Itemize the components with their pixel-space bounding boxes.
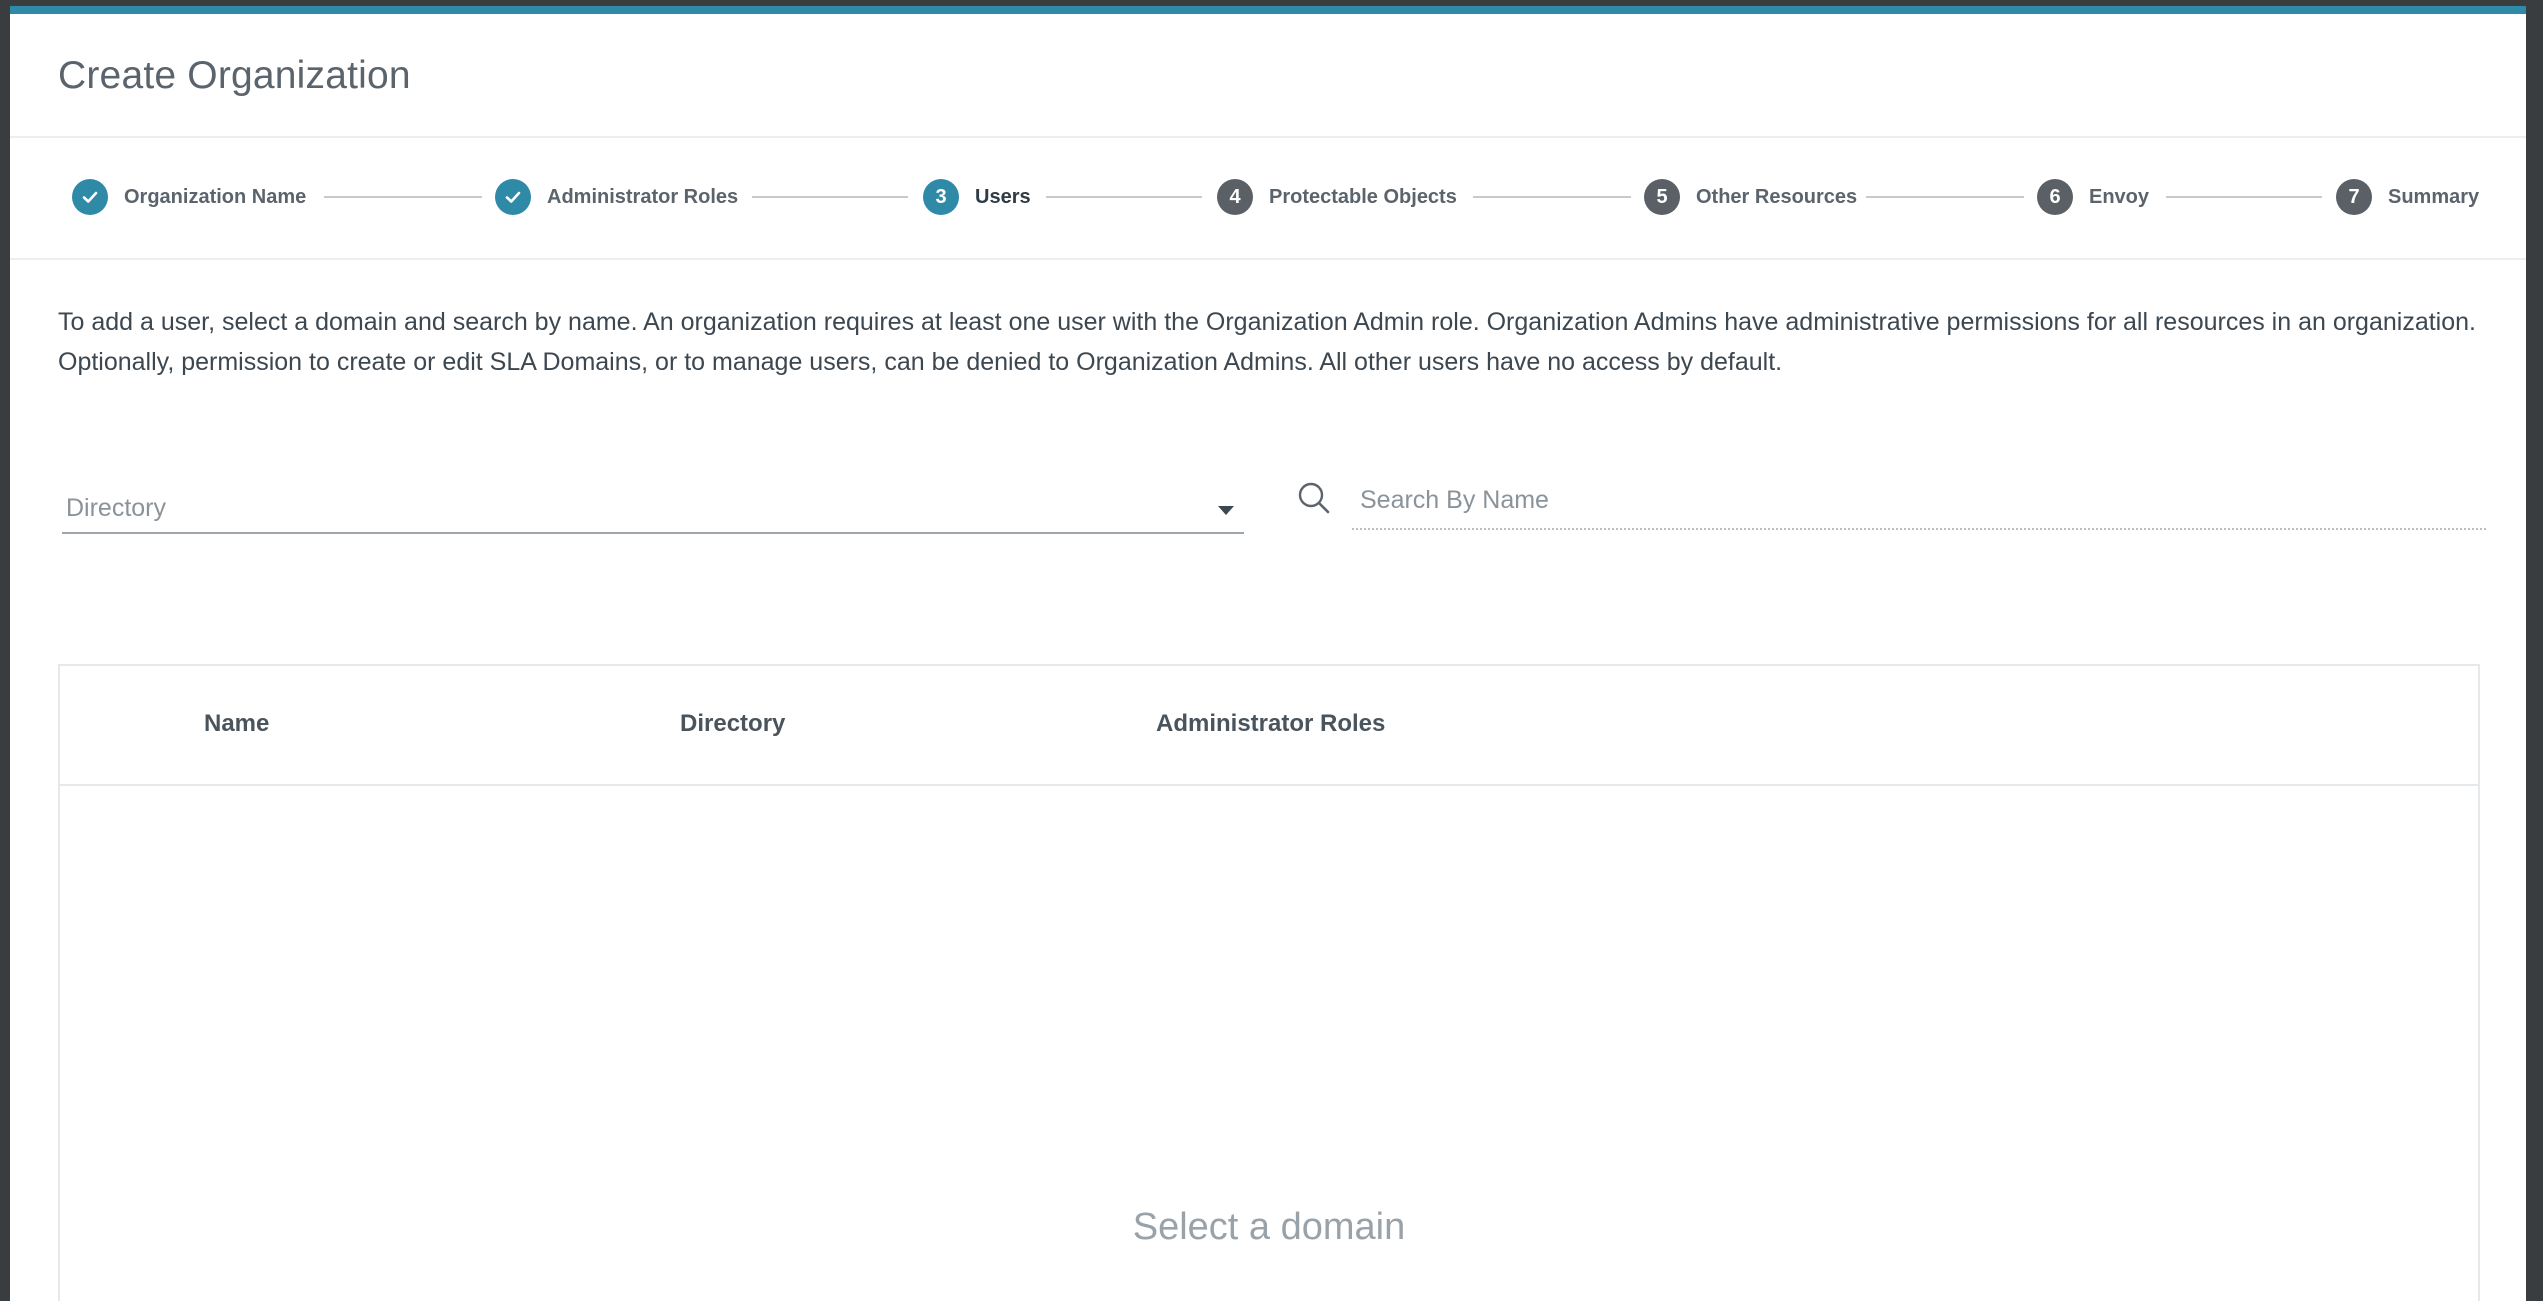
step-number: 6 (2037, 179, 2073, 215)
empty-state-message: Select a domain (1132, 1206, 1406, 1248)
step-users[interactable]: 3 Users (923, 178, 1031, 216)
checkmark-icon (495, 179, 531, 215)
column-header-administrator-roles[interactable]: Administrator Roles (1156, 710, 1385, 738)
dialog-accent-bar (10, 6, 2526, 14)
caret-down-icon (1218, 506, 1234, 515)
wizard-stepper: Organization Name Administrator Roles 3 … (10, 138, 2526, 260)
step-label: Organization Name (124, 185, 307, 208)
users-description: To add a user, select a domain and searc… (58, 308, 2476, 376)
dialog-title: Create Organization (58, 54, 411, 97)
step-connector (752, 196, 908, 198)
step-label: Envoy (2089, 185, 2150, 208)
table-header: Name Directory Administrator Roles (60, 666, 2478, 786)
step-connector (2166, 196, 2322, 198)
step-label: Users (975, 185, 1031, 208)
users-table: Name Directory Administrator Roles Selec… (58, 664, 2480, 1301)
step-label: Summary (2388, 185, 2480, 208)
step-number: 7 (2336, 179, 2372, 215)
step-connector (324, 196, 482, 198)
step-connector (1866, 196, 2024, 198)
directory-select[interactable]: Directory (62, 484, 1244, 534)
step-administrator-roles[interactable]: Administrator Roles (495, 178, 738, 216)
column-header-name[interactable]: Name (204, 710, 269, 738)
search-icon (1294, 478, 1334, 518)
step-other-resources[interactable]: 5 Other Resources (1644, 178, 1857, 216)
step-label: Other Resources (1696, 185, 1858, 208)
step-label: Protectable Objects (1269, 185, 1457, 208)
step-envoy[interactable]: 6 Envoy (2037, 178, 2149, 216)
step-connector (1046, 196, 1202, 198)
step-label: Administrator Roles (547, 185, 739, 208)
step-organization-name[interactable]: Organization Name (72, 178, 306, 216)
search-by-name-input[interactable] (1352, 472, 2486, 530)
step-connector (1473, 196, 1631, 198)
step-number: 3 (923, 179, 959, 215)
directory-select-placeholder: Directory (66, 494, 167, 522)
step-number: 5 (1644, 179, 1680, 215)
column-header-directory[interactable]: Directory (680, 710, 785, 738)
dialog-header: Create Organization (10, 14, 2526, 138)
step-protectable-objects[interactable]: 4 Protectable Objects (1217, 178, 1457, 216)
create-organization-dialog: Create Organization Organization Name Ad… (10, 6, 2526, 1301)
step-summary[interactable]: 7 Summary (2336, 178, 2479, 216)
step-number: 4 (1217, 179, 1253, 215)
checkmark-icon (72, 179, 108, 215)
